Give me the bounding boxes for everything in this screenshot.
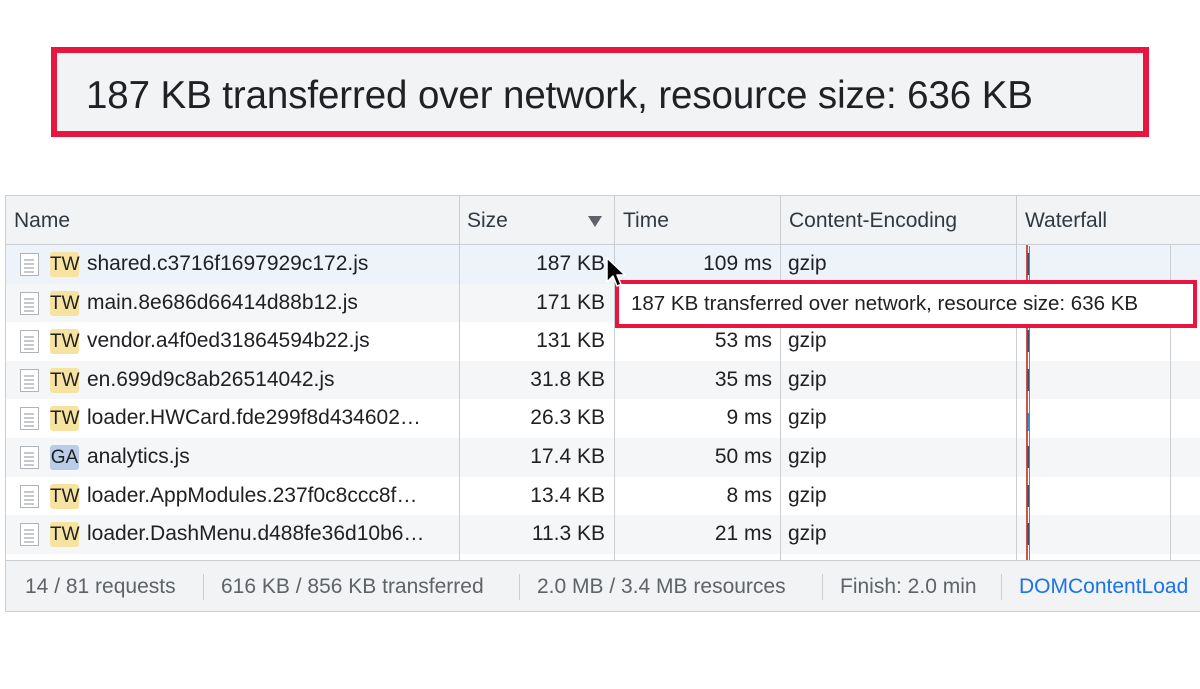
status-requests: 14 / 81 requests <box>25 575 176 598</box>
table-header: Name Size Time Content-Encoding Waterfal… <box>6 196 1200 245</box>
status-separator <box>519 574 520 600</box>
request-time: 50 ms <box>714 445 772 468</box>
request-time: 35 ms <box>714 367 772 391</box>
request-name[interactable]: main.8e686d66414d88b12.js <box>87 284 459 323</box>
script-file-icon <box>20 484 39 508</box>
mouse-cursor-icon <box>606 257 626 287</box>
request-name[interactable]: analytics.js <box>87 438 459 477</box>
request-encoding: gzip <box>788 367 827 391</box>
table-row[interactable]: GA analytics.js 17.4 KB 50 ms gzip <box>6 438 1200 477</box>
column-header-waterfall[interactable]: Waterfall <box>1025 196 1107 245</box>
request-size: 31.8 KB <box>530 367 605 391</box>
request-time: 21 ms <box>714 522 772 546</box>
request-time: 9 ms <box>726 406 772 430</box>
script-file-icon <box>20 253 39 276</box>
tooltip-text: 187 KB transferred over network, resourc… <box>631 292 1139 315</box>
request-encoding: gzip <box>788 522 827 546</box>
tw-favicon-icon: TW <box>50 290 80 316</box>
request-size: 17.4 KB <box>530 445 605 468</box>
request-encoding: gzip <box>788 483 827 507</box>
tw-favicon-icon: TW <box>50 483 80 509</box>
tw-favicon-icon: TW <box>50 329 80 355</box>
table-row[interactable]: TW shared.c3716f1697929c172.js 187 KB 109 m… <box>6 245 1200 284</box>
tw-favicon-icon: TW <box>50 406 80 432</box>
request-encoding: gzip <box>788 252 827 275</box>
request-size: 11.3 KB <box>531 522 605 546</box>
column-header-content-encoding[interactable]: Content-Encoding <box>789 196 957 245</box>
script-file-icon <box>20 291 39 315</box>
status-bar: 14 / 81 requests 616 KB / 856 KB transfe… <box>6 560 1200 611</box>
table-row[interactable]: TW en.699d9c8ab26514042.js 31.8 KB 35 ms gzi… <box>6 360 1200 400</box>
tw-favicon-icon: TW <box>50 522 80 548</box>
table-row[interactable]: TW loader.HWCard.fde299f8d434602… 26.3 KB 9… <box>6 399 1200 438</box>
request-name[interactable]: loader.HWCard.fde299f8d434602… <box>87 399 459 438</box>
request-name[interactable]: en.699d9c8ab26514042.js <box>87 361 459 400</box>
column-divider[interactable] <box>1016 196 1017 560</box>
status-separator <box>822 574 823 600</box>
script-file-icon <box>20 523 39 547</box>
network-panel: Name Size Time Content-Encoding Waterfal… <box>5 195 1200 612</box>
request-time: 8 ms <box>726 483 772 507</box>
status-separator <box>1001 574 1002 600</box>
script-file-icon <box>20 368 39 392</box>
status-resources: 2.0 MB / 3.4 MB resources <box>537 575 786 598</box>
request-name[interactable]: loader.AppModules.237f0c8ccc8f… <box>87 477 459 516</box>
ga-favicon-icon: GA <box>50 445 79 470</box>
sort-descending-icon[interactable] <box>588 216 602 227</box>
request-size: 26.3 KB <box>530 406 605 430</box>
status-finish: Finish: 2.0 min <box>840 575 977 598</box>
column-header-name[interactable]: Name <box>14 196 70 245</box>
column-divider[interactable] <box>459 196 460 560</box>
request-time: 109 ms <box>703 252 772 275</box>
size-tooltip: 187 KB transferred over network, resourc… <box>615 280 1197 328</box>
status-transferred: 616 KB / 856 KB transferred <box>221 575 484 598</box>
tw-favicon-icon: TW <box>50 252 80 277</box>
request-size: 171 KB <box>536 290 605 314</box>
status-separator <box>203 574 204 600</box>
request-name[interactable]: shared.c3716f1697929c172.js <box>87 245 459 284</box>
script-file-icon <box>20 330 39 354</box>
script-file-icon <box>20 446 39 469</box>
tw-favicon-icon: TW <box>50 367 80 393</box>
callout-text: 187 KB transferred over network, resourc… <box>86 74 1033 117</box>
request-name[interactable]: vendor.a4f0ed31864594b22.js <box>87 322 459 361</box>
script-file-icon <box>20 407 39 431</box>
request-encoding: gzip <box>788 445 827 468</box>
column-header-time[interactable]: Time <box>623 196 669 245</box>
table-row[interactable]: TW loader.DashMenu.d488fe36d10b6… 11.3 KB 2… <box>6 515 1200 554</box>
request-size: 187 KB <box>536 252 605 275</box>
column-divider[interactable] <box>614 196 615 560</box>
column-divider[interactable] <box>780 196 781 560</box>
request-size: 13.4 KB <box>530 483 605 507</box>
status-domcontentloaded-link[interactable]: DOMContentLoad <box>1019 561 1188 611</box>
request-size: 131 KB <box>536 329 605 353</box>
zoomed-callout: 187 KB transferred over network, resourc… <box>51 47 1149 137</box>
request-encoding: gzip <box>788 406 827 430</box>
column-header-size[interactable]: Size <box>467 196 508 245</box>
request-name[interactable]: loader.DashMenu.d488fe36d10b6… <box>87 515 459 554</box>
screenshot: 187 KB transferred over network, resourc… <box>0 0 1200 689</box>
table-row[interactable]: TW loader.AppModules.237f0c8ccc8f… 13.4 KB… <box>6 477 1200 516</box>
